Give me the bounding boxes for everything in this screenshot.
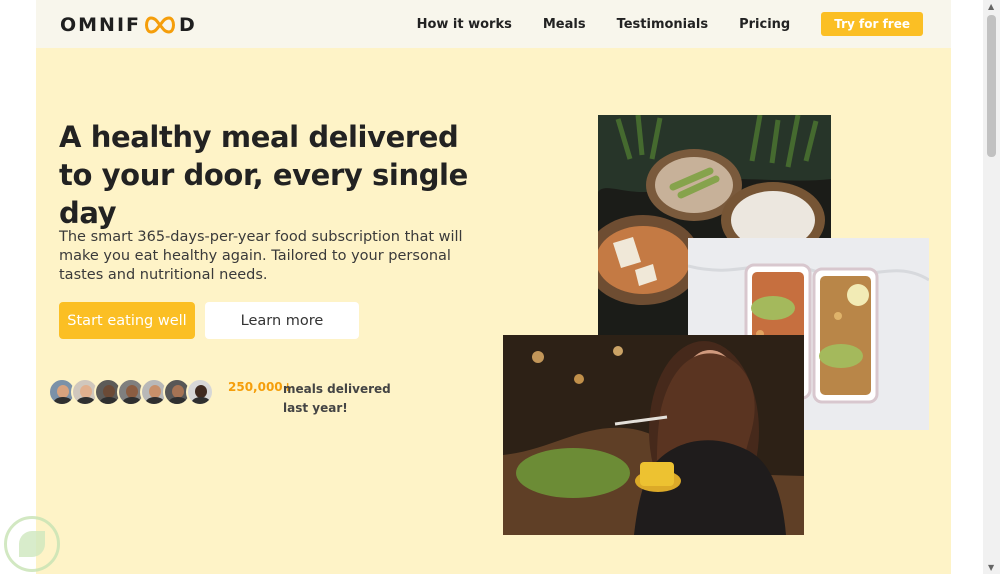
scroll-thumb[interactable] xyxy=(987,15,996,157)
try-for-free-button[interactable]: Try for free xyxy=(821,12,923,36)
leaf-watermark-shape xyxy=(19,531,45,557)
avatar-shoulders xyxy=(99,397,119,404)
avatar-shoulders xyxy=(53,397,73,404)
nav-how-it-works[interactable]: How it works xyxy=(417,17,512,32)
hero-description: The smart 365-days-per-year food subscri… xyxy=(59,229,463,283)
avatar-shoulders xyxy=(145,397,165,404)
logo-text-end: D xyxy=(179,14,197,36)
hero-title: A healthy meal delivered to your door, e… xyxy=(59,120,468,230)
customer-avatars xyxy=(48,378,214,406)
leaf-icon xyxy=(4,516,60,572)
page: OMNIF D How it works Meals Testimonials … xyxy=(36,0,951,574)
avatar-shoulders xyxy=(191,397,211,404)
page-scrollbar[interactable]: ▲ ▼ xyxy=(983,0,1000,574)
infinity-icon xyxy=(145,16,176,34)
nav-pricing[interactable]: Pricing xyxy=(739,17,790,32)
nav-meals[interactable]: Meals xyxy=(543,17,586,32)
main-nav: How it works Meals Testimonials Pricing … xyxy=(417,12,923,36)
avatar-shoulders xyxy=(168,397,188,404)
site-header: OMNIF D How it works Meals Testimonials … xyxy=(36,0,951,48)
learn-more-button[interactable]: Learn more xyxy=(205,302,359,339)
logo[interactable]: OMNIF D xyxy=(60,14,197,36)
logo-text-start: OMNIF xyxy=(60,14,142,36)
scroll-down-icon[interactable]: ▼ xyxy=(988,563,994,572)
scroll-up-icon[interactable]: ▲ xyxy=(988,2,994,11)
customer-avatar xyxy=(186,378,214,406)
start-eating-well-button[interactable]: Start eating well xyxy=(59,302,195,339)
nav-testimonials[interactable]: Testimonials xyxy=(617,17,709,32)
delivered-text: meals delivered last year! xyxy=(283,382,391,415)
woman-eating-image xyxy=(503,335,804,535)
avatar-shoulders xyxy=(76,397,96,404)
avatar-shoulders xyxy=(122,397,142,404)
